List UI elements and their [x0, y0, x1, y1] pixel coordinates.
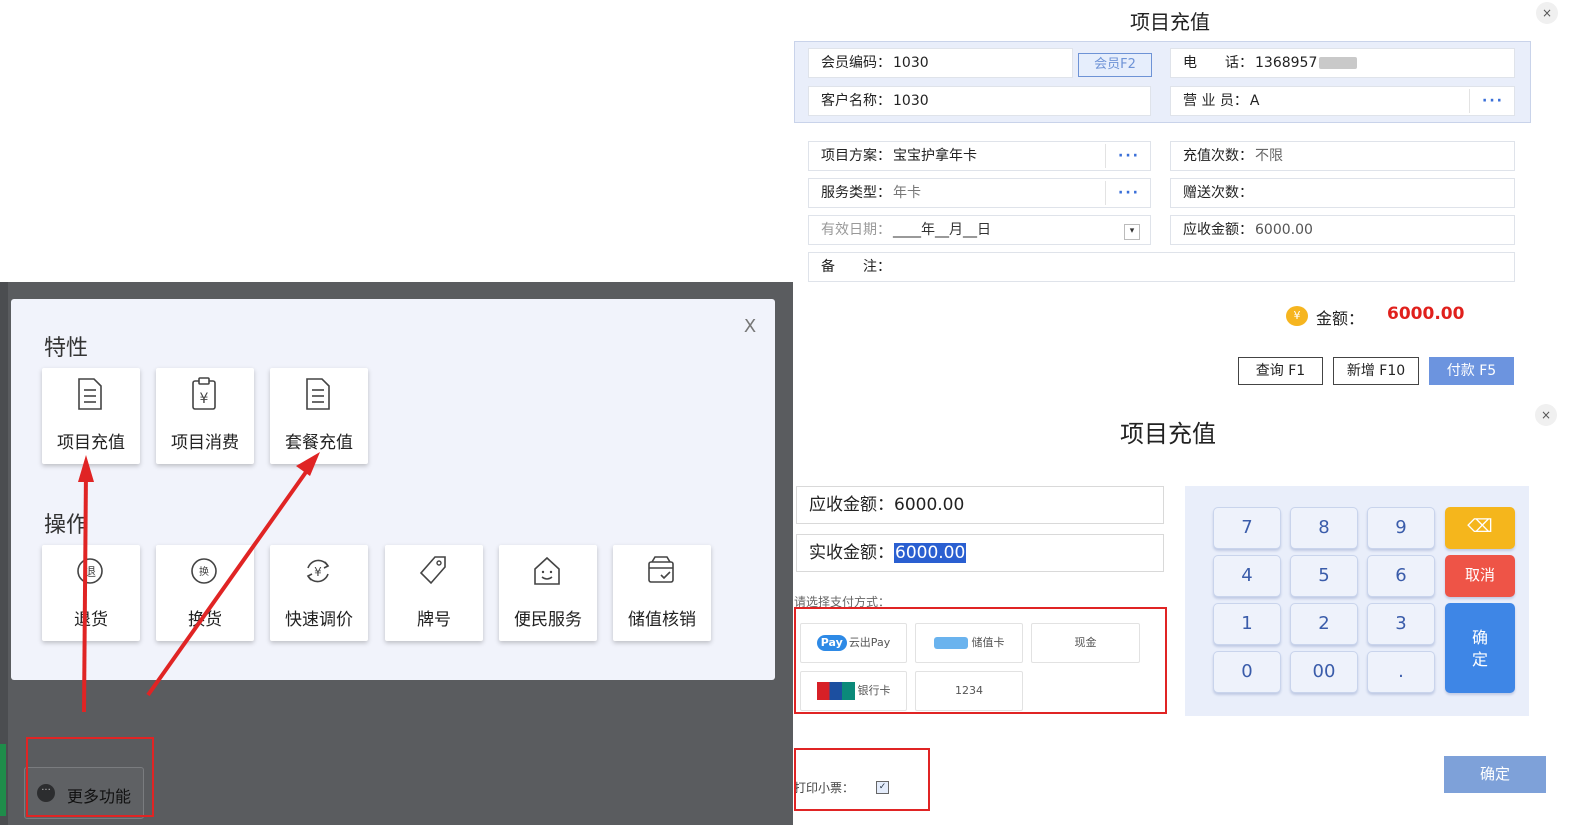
key-00[interactable]: 00 [1290, 651, 1358, 693]
payment-title: 项目充值 [1120, 420, 1216, 448]
recharge-close-button[interactable]: × [1536, 2, 1558, 24]
key-8[interactable]: 8 [1290, 507, 1358, 549]
field-label: 充值次数： [1183, 148, 1253, 164]
amount-value: 6000.00 [1387, 304, 1465, 324]
field-value: 1030 [893, 55, 929, 71]
key-0[interactable]: 0 [1213, 651, 1281, 693]
field-label: 应收金额： [809, 495, 894, 515]
salesman-field[interactable]: 营 业 员： A ··· [1170, 86, 1515, 116]
gift-times-field[interactable]: 赠送次数： [1170, 178, 1515, 208]
salesman-more-button[interactable]: ··· [1482, 87, 1504, 115]
key-6[interactable]: 6 [1367, 555, 1435, 597]
service-type-field[interactable]: 服务类型： 年卡 ··· [808, 178, 1151, 208]
annotation-box-more [26, 737, 154, 817]
annotation-arrows [78, 452, 320, 713]
member-f2-button[interactable]: 会员F2 [1078, 53, 1152, 77]
field-label: 营 业 员： [1183, 93, 1248, 109]
valid-date-field[interactable]: 有效日期： ____年__月__日 ▾ [808, 215, 1151, 245]
field-value: 6000.00 [1255, 222, 1313, 238]
field-value: 6000.00 [894, 543, 967, 563]
divider [1105, 144, 1106, 168]
field-label: 客户名称： [821, 93, 891, 109]
key-2[interactable]: 2 [1290, 603, 1358, 645]
remark-field[interactable]: 备 注： [808, 252, 1515, 282]
plan-more-button[interactable]: ··· [1118, 142, 1140, 170]
recharge-title: 项目充值 [1130, 10, 1210, 34]
divider [1105, 181, 1106, 205]
field-label: 应收金额： [1183, 222, 1253, 238]
field-value: 年卡 [893, 185, 921, 201]
field-value: 不限 [1255, 148, 1283, 164]
annotation-box-print [794, 748, 930, 811]
divider [1469, 89, 1470, 113]
pay-button[interactable]: 付款 F5 [1429, 357, 1514, 385]
field-value: 1368957 [1255, 55, 1318, 71]
confirm-key-label: 确定 [1471, 628, 1488, 669]
cancel-key[interactable]: 取消 [1445, 555, 1515, 597]
field-label: 会员编码： [821, 55, 891, 71]
field-value: 宝宝护拿年卡 [893, 148, 977, 164]
field-value: 6000.00 [894, 495, 965, 515]
annotation-box-payment [794, 607, 1167, 714]
payment-paid-input[interactable]: 实收金额：6000.00 [796, 534, 1164, 572]
field-label: 有效日期： [821, 222, 891, 238]
field-label: 项目方案： [821, 148, 891, 164]
confirm-button[interactable]: 确定 [1444, 756, 1546, 793]
customer-name-field[interactable]: 客户名称： 1030 [808, 86, 1151, 116]
field-value: 1030 [893, 93, 929, 109]
key-dot[interactable]: . [1367, 651, 1435, 693]
due-amount-field[interactable]: 应收金额： 6000.00 [1170, 215, 1515, 245]
field-label: 赠送次数： [1183, 185, 1253, 201]
date-picker-icon[interactable]: ▾ [1124, 224, 1140, 240]
backspace-key[interactable]: ⌫ [1445, 507, 1515, 549]
recharge-times-field[interactable]: 充值次数： 不限 [1170, 141, 1515, 171]
field-label: 备 注： [821, 259, 891, 275]
payment-due-field: 应收金额：6000.00 [796, 486, 1164, 524]
amount-label: 金额： [1316, 309, 1365, 328]
query-button[interactable]: 查询 F1 [1238, 357, 1323, 385]
field-label: 电 话： [1183, 55, 1253, 71]
key-5[interactable]: 5 [1290, 555, 1358, 597]
masked-digits [1319, 57, 1358, 69]
phone-field[interactable]: 电 话： 1368957 [1170, 48, 1515, 78]
payment-close-button[interactable]: × [1535, 404, 1557, 426]
field-label: 实收金额： [809, 543, 894, 563]
key-3[interactable]: 3 [1367, 603, 1435, 645]
service-more-button[interactable]: ··· [1118, 179, 1140, 207]
add-button[interactable]: 新增 F10 [1333, 357, 1419, 385]
field-value: ____年__月__日 [893, 222, 991, 238]
key-1[interactable]: 1 [1213, 603, 1281, 645]
keypad-confirm-key[interactable]: 确定 [1445, 603, 1515, 693]
key-7[interactable]: 7 [1213, 507, 1281, 549]
field-label: 服务类型： [821, 185, 891, 201]
field-value: A [1249, 93, 1260, 109]
member-no-field[interactable]: 会员编码： 1030 [808, 48, 1073, 78]
key-9[interactable]: 9 [1367, 507, 1435, 549]
coin-icon: ¥ [1286, 306, 1308, 326]
key-4[interactable]: 4 [1213, 555, 1281, 597]
plan-field[interactable]: 项目方案： 宝宝护拿年卡 ··· [808, 141, 1151, 171]
